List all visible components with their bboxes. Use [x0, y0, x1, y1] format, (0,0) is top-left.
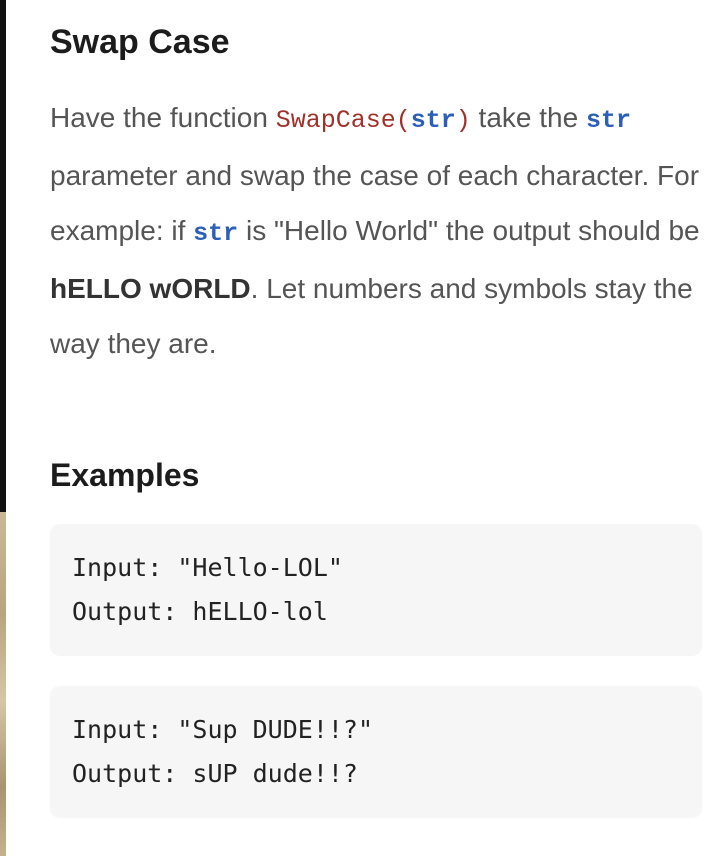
param-reference: str: [193, 219, 239, 248]
function-signature: SwapCase(str): [276, 106, 471, 135]
description-text: Have the function: [50, 102, 276, 133]
function-name: SwapCase: [275, 106, 396, 135]
example-code-block: Input: "Hello-LOL" Output: hELLO-lol: [50, 524, 702, 656]
example-input: Input: "Sup DUDE!!?": [72, 715, 374, 744]
function-paren-close: ): [455, 106, 471, 135]
window-edge: [0, 0, 6, 512]
example-output: Output: hELLO-lol: [72, 597, 328, 626]
example-code-block: Input: "Sup DUDE!!?" Output: sUP dude!!?: [50, 686, 702, 818]
function-param: str: [410, 106, 456, 135]
description-text: is "Hello World" the output should be: [238, 215, 700, 246]
example-input: Input: "Hello-LOL": [72, 553, 343, 582]
description-text: take the: [470, 102, 586, 133]
function-paren-open: (: [395, 106, 411, 135]
examples-heading: Examples: [50, 457, 200, 493]
problem-description: Have the function SwapCase(str) take the…: [50, 90, 700, 371]
example-output: Output: sUP dude!!?: [72, 759, 358, 788]
background-edge: [0, 512, 6, 856]
problem-title: Swap Case: [50, 23, 230, 61]
param-reference: str: [585, 106, 631, 135]
sample-output: hELLO wORLD: [50, 273, 251, 304]
problem-panel: Swap Case Have the function SwapCase(str…: [50, 0, 726, 856]
